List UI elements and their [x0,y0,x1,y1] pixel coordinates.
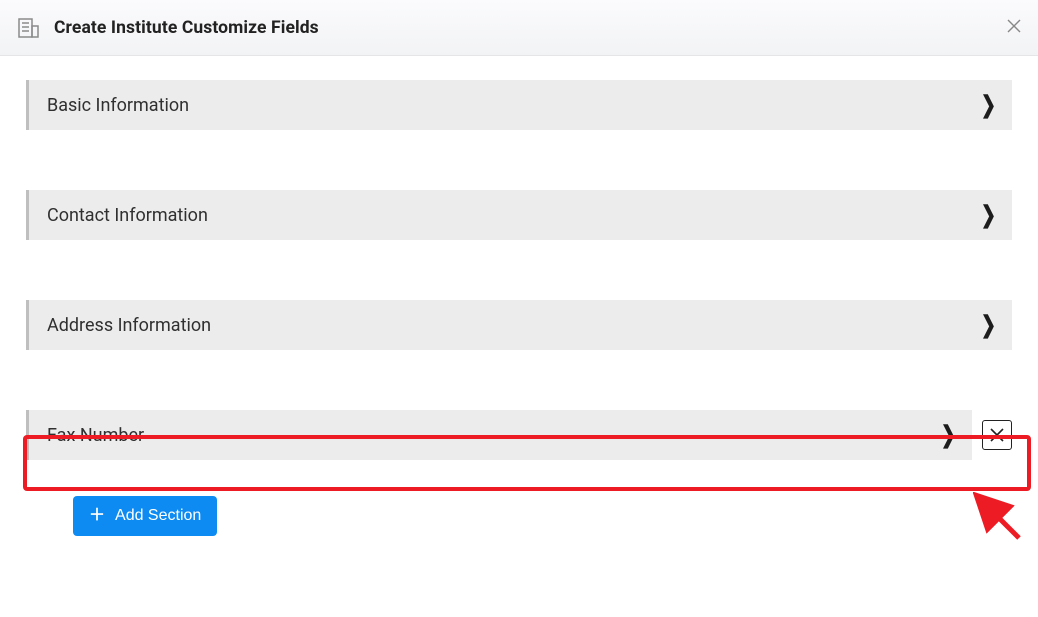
add-section-label: Add Section [115,507,201,525]
page-header: Create Institute Customize Fields [0,0,1038,56]
page-title: Create Institute Customize Fields [54,18,319,38]
section-wrapper: Fax Number ❯ [26,410,1012,460]
add-section-button[interactable]: ＋ Add Section [73,496,217,536]
chevron-right-icon: ❯ [981,91,994,118]
section-header[interactable]: Fax Number ❯ [26,410,972,460]
section-label: Fax Number [47,425,144,446]
chevron-right-icon: ❯ [981,201,994,228]
section-row: Basic Information ❯ [26,80,1012,130]
chevron-right-icon: ❯ [941,421,954,448]
institute-icon [16,16,40,40]
section-header[interactable]: Basic Information ❯ [26,80,1012,130]
section-label: Address Information [47,315,211,336]
section-wrapper: Contact Information ❯ [26,190,1012,240]
section-header[interactable]: Contact Information ❯ [26,190,1012,240]
section-label: Contact Information [47,205,208,226]
section-row: Address Information ❯ [26,300,1012,350]
section-wrapper: Address Information ❯ [26,300,1012,350]
section-row: Fax Number ❯ [26,410,1012,460]
close-icon[interactable] [1002,14,1026,38]
plus-icon: ＋ [89,508,105,524]
section-label: Basic Information [47,95,189,116]
section-wrapper: Basic Information ❯ [26,80,1012,130]
delete-section-button[interactable] [982,420,1012,450]
section-row: Contact Information ❯ [26,190,1012,240]
section-header[interactable]: Address Information ❯ [26,300,1012,350]
content-area: Basic Information❯Contact Information❯Ad… [0,56,1038,536]
chevron-right-icon: ❯ [981,311,994,338]
